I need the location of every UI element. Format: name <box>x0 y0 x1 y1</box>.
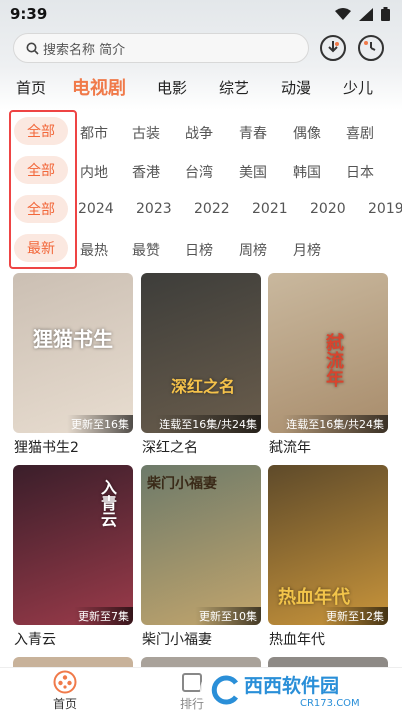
filter-option[interactable]: 韩国 <box>293 162 321 182</box>
video-poster: 热血年代 更新至12集 <box>268 465 388 625</box>
video-title: 狸猫书生2 <box>14 440 79 456</box>
download-icon[interactable] <box>320 35 346 61</box>
episode-badge: 更新至7集 <box>74 607 133 625</box>
episode-badge: 更新至10集 <box>195 607 261 625</box>
poster-title-text: 深红之名 <box>171 377 236 396</box>
home-icon <box>53 670 77 694</box>
video-title: 深红之名 <box>142 440 198 456</box>
video-poster: 弑流年 连载至16集/共24集 <box>268 273 388 433</box>
filter-option[interactable]: 古装 <box>132 123 160 143</box>
poster-title-text: 狸猫书生 <box>33 327 113 351</box>
filter-option[interactable]: 2024 <box>78 201 114 217</box>
episode-badge: 更新至16集 <box>67 415 133 433</box>
filter-option[interactable]: 美国 <box>239 162 267 182</box>
filter-option[interactable]: 2022 <box>194 201 230 217</box>
tab-variety[interactable]: 综艺 <box>219 77 249 98</box>
status-time: 9:39 <box>10 5 48 23</box>
episode-badge: 连载至16集/共24集 <box>282 415 388 433</box>
filter-option[interactable]: 战争 <box>185 123 213 143</box>
filter-option[interactable]: 2023 <box>136 201 172 217</box>
system-icons <box>335 7 390 21</box>
tab-tv-series[interactable]: 电视剧 <box>72 74 126 100</box>
filter-option[interactable]: 偶像 <box>293 123 321 143</box>
filter-option[interactable]: 喜剧 <box>346 123 374 143</box>
video-poster: 深红之名 连载至16集/共24集 <box>141 273 261 433</box>
video-poster: 狸猫书生 更新至16集 <box>13 273 133 433</box>
search-box[interactable]: 搜索名称 简介 <box>13 33 309 63</box>
filter-option[interactable]: 青春 <box>239 123 267 143</box>
watermark: 西西软件园 CR173.COM <box>200 670 390 710</box>
filter-option[interactable]: 日榜 <box>185 240 213 260</box>
battery-icon <box>381 7 390 21</box>
video-title: 入青云 <box>14 632 56 648</box>
filter-option[interactable]: 香港 <box>132 162 160 182</box>
video-title: 热血年代 <box>269 632 325 648</box>
filter-option[interactable]: 2019 <box>368 201 402 217</box>
watermark-logo-icon <box>211 675 239 705</box>
poster-title-text: 入青云 <box>98 479 117 527</box>
filter-option[interactable]: 周榜 <box>239 240 267 260</box>
wifi-icon <box>335 7 351 20</box>
poster-title-text: 弑流年 <box>323 333 344 387</box>
history-icon[interactable] <box>358 35 384 61</box>
signal-icon <box>359 7 373 21</box>
filter-option[interactable]: 最热 <box>80 240 108 260</box>
status-bar: 9:39 <box>0 0 402 28</box>
video-poster: 柴门小福妻 更新至10集 <box>141 465 261 625</box>
tab-kids[interactable]: 少儿 <box>343 77 373 98</box>
nav-home-label: 首页 <box>53 697 78 711</box>
poster-title-text: 热血年代 <box>278 587 350 608</box>
video-title: 柴门小福妻 <box>142 632 212 648</box>
video-poster: 入青云 更新至7集 <box>13 465 133 625</box>
watermark-name: 西西软件园 <box>244 675 340 697</box>
search-icon <box>26 42 39 55</box>
filter-option[interactable]: 日本 <box>346 162 374 182</box>
filter-option[interactable]: 2021 <box>252 201 288 217</box>
tab-anime[interactable]: 动漫 <box>281 77 311 98</box>
episode-badge: 更新至12集 <box>322 607 388 625</box>
filter-option[interactable]: 月榜 <box>293 240 321 260</box>
search-placeholder: 搜索名称 简介 <box>43 42 126 58</box>
watermark-url: CR173.COM <box>300 698 360 709</box>
filter-option[interactable]: 都市 <box>80 123 108 143</box>
filter-option[interactable]: 台湾 <box>185 162 213 182</box>
episode-badge: 连载至16集/共24集 <box>155 415 261 433</box>
tab-movies[interactable]: 电影 <box>157 77 187 98</box>
category-tabs: 首页 电视剧 电影 综艺 动漫 少儿 <box>0 74 402 102</box>
tab-home[interactable]: 首页 <box>16 77 46 98</box>
nav-home[interactable]: 首页 <box>53 670 77 712</box>
filter-option[interactable]: 2020 <box>310 201 346 217</box>
poster-title-text: 柴门小福妻 <box>147 476 217 492</box>
highlight-box <box>9 110 77 269</box>
nav-rank-label: 排行 <box>180 697 205 711</box>
filter-option[interactable]: 内地 <box>80 162 108 182</box>
filter-option[interactable]: 最赞 <box>132 240 160 260</box>
video-title: 弑流年 <box>269 440 311 456</box>
